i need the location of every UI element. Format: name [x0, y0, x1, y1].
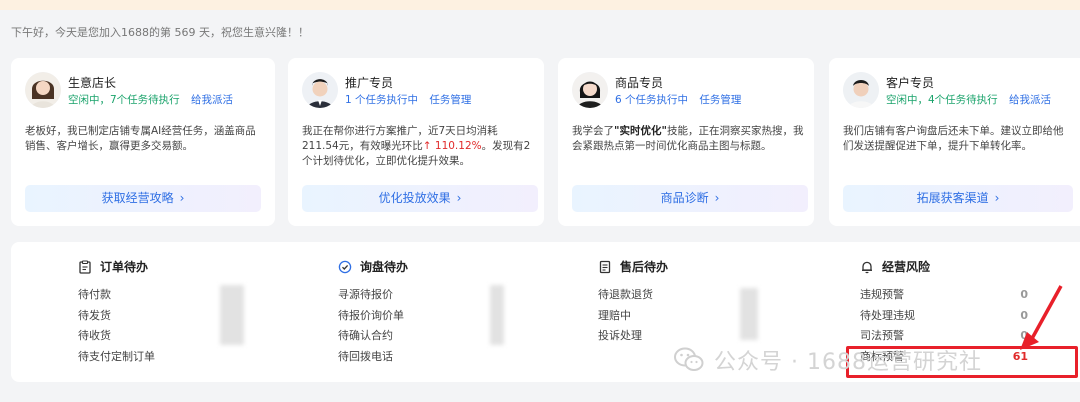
- risk-label: 待处理违规: [860, 308, 915, 322]
- section-title: 订单待办: [100, 260, 149, 274]
- todo-item-refund-return[interactable]: 待退款退货: [598, 285, 708, 306]
- section-title: 经营风险: [882, 260, 931, 274]
- agent-name: 客户专员: [886, 76, 935, 90]
- assign-task-link[interactable]: 给我派活: [191, 94, 233, 106]
- todo-item-pending-receipt[interactable]: 待收货: [78, 326, 188, 347]
- watermark-text: 公众号 · 1688运营研究社: [714, 350, 982, 375]
- status-text: 空闲中，7个任务待执行: [68, 94, 180, 106]
- section-title: 询盘待办: [360, 260, 409, 274]
- agent-name: 推广专员: [345, 76, 394, 90]
- section-header: 订单待办: [78, 258, 188, 275]
- todo-item-pending-payment[interactable]: 待付款: [78, 285, 188, 306]
- optimize-ads-button[interactable]: 优化投放效果 ›: [302, 185, 538, 212]
- cta-label: 拓展获客渠道: [916, 191, 989, 205]
- order-todo-section: 订单待办 待付款 待发货 待收货 待支付定制订单: [78, 258, 188, 367]
- avatar: [302, 72, 338, 108]
- todo-item-confirm-contract[interactable]: 待确认合约: [338, 326, 448, 347]
- agent-description: 我们店铺有客户询盘后还未下单。建议立即给他们发送提醒促进下单，提升下单转化率。: [843, 125, 1064, 152]
- chevron-right-icon: ›: [994, 191, 1000, 205]
- get-strategy-button[interactable]: 获取经营攻略 ›: [25, 185, 261, 212]
- todo-item-sourcing-quote[interactable]: 寻源待报价: [338, 285, 448, 306]
- top-notice-banner: [0, 0, 1080, 10]
- todo-item-callback[interactable]: 待回拨电话: [338, 347, 448, 368]
- growth-rate: ↑ 110.12%: [422, 140, 482, 152]
- section-header: 询盘待办: [338, 258, 448, 275]
- assign-task-link[interactable]: 给我派活: [1009, 94, 1051, 106]
- agent-card-store-manager: 生意店长 空闲中，7个任务待执行 给我派活 老板好，我已制定店铺专属AI经营任务…: [11, 58, 275, 226]
- agent-description: 老板好，我已制定店铺专属AI经营任务，涵盖商品销售、客户增长，赢得更多交易额。: [25, 125, 256, 152]
- avatar: [25, 72, 61, 108]
- agent-description: 我正在帮你进行方案推广，近7天日均消耗211.54元，有效曝光环比↑ 110.1…: [302, 124, 534, 169]
- avatar: [843, 72, 879, 108]
- agent-card-customer: 客户专员 空闲中，4个任务待执行 给我派活 我们店铺有客户询盘后还未下单。建议立…: [829, 58, 1080, 226]
- inquiry-todo-section: 询盘待办 寻源待报价 待报价询价单 待确认合约 待回拨电话: [338, 258, 448, 367]
- agent-status: 1 个任务执行中 任务管理: [345, 92, 471, 107]
- task-management-link[interactable]: 任务管理: [429, 94, 471, 106]
- status-text: 1 个任务执行中: [345, 94, 419, 106]
- section-title: 售后待办: [620, 260, 669, 274]
- agent-status: 空闲中，4个任务待执行 给我派活: [886, 92, 1051, 107]
- agent-name: 商品专员: [615, 76, 664, 90]
- agent-status: 6 个任务执行中 任务管理: [615, 92, 741, 107]
- expand-channels-button[interactable]: 拓展获客渠道 ›: [843, 185, 1073, 212]
- greeting-text: 下午好，今天是您加入1688的第 569 天，祝您生意兴隆！！: [11, 26, 309, 39]
- risk-label: 违规预警: [860, 288, 904, 301]
- section-header: 经营风险: [860, 258, 1028, 275]
- skill-highlight: "实时优化": [614, 125, 667, 137]
- risk-item-violation-warning[interactable]: 违规预警 0: [860, 285, 1028, 306]
- agent-card-promotion: 推广专员 1 个任务执行中 任务管理 我正在帮你进行方案推广，近7天日均消耗21…: [288, 58, 544, 226]
- wechat-icon: [674, 347, 704, 371]
- status-text: 空闲中，4个任务待执行: [886, 94, 998, 106]
- watermark: 公众号 · 1688运营研究社: [674, 344, 982, 376]
- status-text: 6 个任务执行中: [615, 94, 689, 106]
- todo-item-pending-shipment[interactable]: 待发货: [78, 306, 188, 327]
- bell-icon: [862, 261, 872, 273]
- task-management-link[interactable]: 任务管理: [699, 94, 741, 106]
- redacted-counts: [740, 288, 758, 340]
- chevron-right-icon: ›: [456, 191, 462, 205]
- section-header: 售后待办: [598, 258, 708, 275]
- agent-description: 我学会了"实时优化"技能，正在洞察买家热搜，我会紧跟热点第一时间优化商品主图与标…: [572, 124, 804, 154]
- chevron-right-icon: ›: [179, 191, 185, 205]
- todo-item-quote-inquiry[interactable]: 待报价询价单: [338, 306, 448, 327]
- document-icon: [599, 260, 611, 273]
- product-diagnosis-button[interactable]: 商品诊断 ›: [572, 185, 808, 212]
- cta-label: 商品诊断: [660, 191, 709, 205]
- clipboard-icon: [79, 259, 91, 274]
- chevron-right-icon: ›: [714, 191, 720, 205]
- cta-label: 获取经营攻略: [101, 191, 174, 205]
- agent-status: 空闲中，7个任务待执行 给我派活: [68, 92, 233, 107]
- desc-text: 我学会了: [572, 125, 614, 137]
- todo-item-custom-order-payment[interactable]: 待支付定制订单: [78, 347, 188, 368]
- agent-card-product: 商品专员 6 个任务执行中 任务管理 我学会了"实时优化"技能，正在洞察买家热搜…: [558, 58, 814, 226]
- risk-item-pending-violation[interactable]: 待处理违规 0: [860, 306, 1028, 327]
- agent-name: 生意店长: [68, 76, 117, 90]
- redacted-counts: [490, 285, 504, 345]
- chat-check-icon: [338, 260, 352, 273]
- todo-item-claims[interactable]: 理赔中: [598, 306, 708, 327]
- avatar: [572, 72, 608, 108]
- redacted-counts: [220, 285, 244, 345]
- cta-label: 优化投放效果: [378, 191, 451, 205]
- aftersales-todo-section: 售后待办 待退款退货 理赔中 投诉处理: [598, 258, 708, 347]
